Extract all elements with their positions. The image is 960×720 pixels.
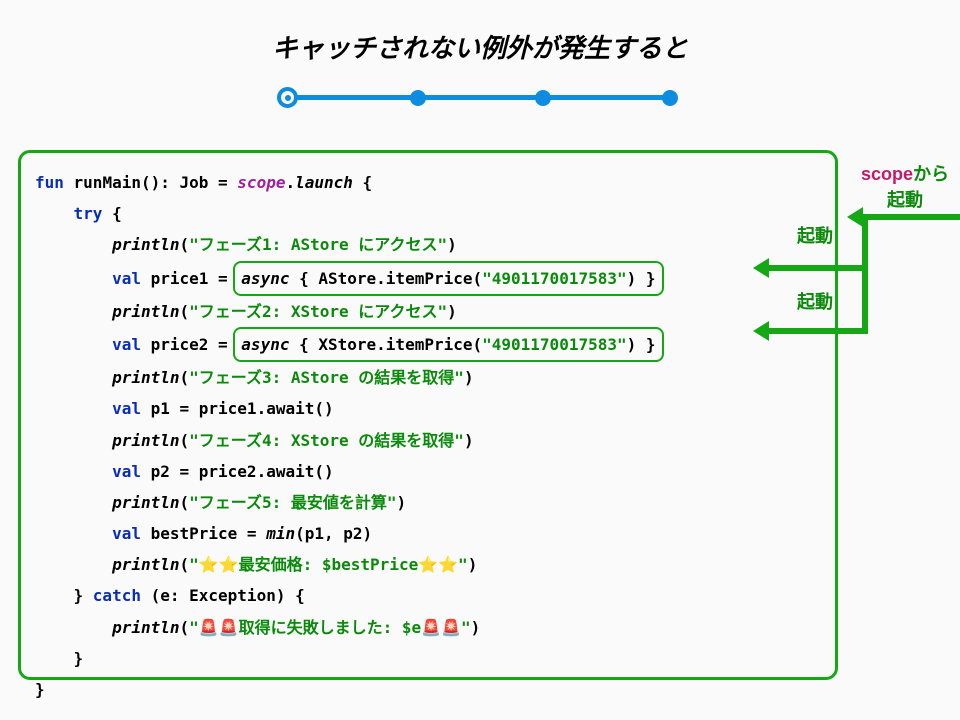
code-block: fun runMain(): Job = scope.launch { try …	[18, 150, 838, 680]
annot-scope-word: scope	[861, 164, 913, 184]
paren: )	[464, 368, 474, 387]
brace: {	[102, 204, 121, 223]
println: println	[112, 235, 179, 254]
launch-call: launch	[295, 173, 353, 192]
paren: )	[447, 302, 457, 321]
string: "🚨🚨取得に失敗しました: $e🚨🚨"	[189, 618, 471, 637]
timeline-line	[290, 95, 670, 100]
brace: }	[74, 586, 93, 605]
println: println	[112, 618, 179, 637]
args: (p1, p2)	[295, 524, 372, 543]
annot-kara: から	[913, 164, 949, 184]
timeline-node	[662, 90, 678, 106]
arrow-scope-head	[847, 207, 863, 227]
paren: )	[464, 431, 474, 450]
kw-val: val	[112, 462, 141, 481]
annot-launch-2: 起動	[797, 288, 833, 314]
var-decl: bestPrice =	[141, 524, 266, 543]
println: println	[112, 493, 179, 512]
async-body: { AStore.itemPrice(	[289, 269, 482, 288]
expr: p2 = price2.await()	[141, 462, 334, 481]
timeline-node	[535, 90, 551, 106]
println: println	[112, 431, 179, 450]
arrow-async1-h	[768, 265, 868, 271]
kw-val: val	[112, 399, 141, 418]
async-kw: async	[241, 269, 289, 288]
brace: }	[35, 680, 45, 699]
annot-scope-launch: scopeから 起動	[855, 160, 955, 212]
paren: (	[180, 235, 190, 254]
paren: (	[180, 618, 190, 637]
string: "フェーズ1: AStore にアクセス"	[189, 235, 447, 254]
async-end: ) }	[627, 335, 656, 354]
async-block-1: async { AStore.itemPrice("4901170017583"…	[233, 261, 663, 296]
annot-launch-1: 起動	[797, 222, 833, 248]
kw-val: val	[112, 524, 141, 543]
println: println	[112, 302, 179, 321]
kw-val: val	[112, 335, 141, 354]
brace: }	[74, 649, 84, 668]
scope-ref: scope	[237, 173, 285, 192]
string: "フェーズ4: XStore の結果を取得"	[189, 431, 464, 450]
fn-sig: runMain(): Job =	[64, 173, 237, 192]
string: "4901170017583"	[482, 269, 627, 288]
catch-args: (e: Exception) {	[141, 586, 305, 605]
paren: )	[447, 235, 457, 254]
paren: (	[180, 431, 190, 450]
string: "フェーズ2: XStore にアクセス"	[189, 302, 447, 321]
paren: )	[471, 618, 481, 637]
dot: .	[285, 173, 295, 192]
min-call: min	[266, 524, 295, 543]
slide-title: キャッチされない例外が発生すると	[0, 0, 960, 65]
async-body: { XStore.itemPrice(	[289, 335, 482, 354]
string: "⭐⭐最安価格: $bestPrice⭐⭐"	[189, 555, 468, 574]
paren: )	[468, 555, 478, 574]
string: "4901170017583"	[482, 335, 627, 354]
arrow-async1-head	[753, 258, 769, 278]
annot-kidou: 起動	[887, 190, 923, 210]
arrow-scope	[862, 214, 960, 220]
println: println	[112, 368, 179, 387]
arrow-vertical-join	[862, 214, 868, 334]
arrow-async2-h	[768, 328, 868, 334]
var-decl: price2 =	[141, 335, 237, 354]
kw-val: val	[112, 269, 141, 288]
kw-catch: catch	[93, 586, 141, 605]
timeline-start-node	[277, 87, 298, 108]
var-decl: price1 =	[141, 269, 237, 288]
timeline-node	[410, 90, 426, 106]
arrow-async2-head	[753, 321, 769, 341]
string: "フェーズ3: AStore の結果を取得"	[189, 368, 464, 387]
async-kw: async	[241, 335, 289, 354]
println: println	[112, 555, 179, 574]
paren: (	[180, 555, 190, 574]
timeline	[280, 87, 680, 107]
expr: p1 = price1.await()	[141, 399, 334, 418]
async-block-2: async { XStore.itemPrice("4901170017583"…	[233, 327, 663, 362]
paren: (	[180, 368, 190, 387]
brace: {	[353, 173, 372, 192]
async-end: ) }	[627, 269, 656, 288]
paren: )	[397, 493, 407, 512]
kw-try: try	[74, 204, 103, 223]
string: "フェーズ5: 最安値を計算"	[189, 493, 396, 512]
paren: (	[180, 493, 190, 512]
kw-fun: fun	[35, 173, 64, 192]
paren: (	[180, 302, 190, 321]
